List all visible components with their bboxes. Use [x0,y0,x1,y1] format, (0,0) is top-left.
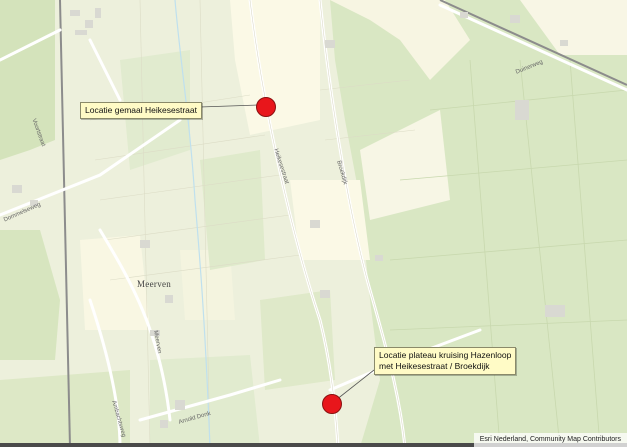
building [12,185,22,193]
building [85,20,93,28]
location-marker-plateau[interactable] [322,394,342,414]
building [75,30,87,35]
building [70,10,80,16]
building [325,40,335,48]
building [165,295,173,303]
building [460,12,468,18]
building [510,15,520,23]
map-attribution: Esri Nederland, Community Map Contributo… [473,433,627,447]
callout-label-line1: Locatie plateau kruising Hazenloop [379,350,512,360]
building [515,100,529,120]
callout-gemaal: Locatie gemaal Heikesestraat [80,102,202,119]
building [560,40,568,46]
building [140,240,150,248]
building [160,420,168,428]
building [375,255,383,261]
forest-area [200,150,265,270]
building [320,290,330,298]
building [95,8,101,18]
building [310,220,320,228]
callout-label: Locatie gemaal Heikesestraat [85,105,197,115]
map-view[interactable]: Heikesestraat Broekdijk Duinerweg Voorts… [0,0,627,447]
callout-plateau: Locatie plateau kruising Hazenloop met H… [374,347,517,375]
building [175,400,185,410]
building [545,305,565,317]
forest-area [0,0,55,160]
forest-area [0,370,130,447]
location-marker-gemaal[interactable] [256,97,276,117]
place-label-meerven: Meerven [137,279,172,289]
callout-label-line2: met Heikesestraat / Broekdijk [379,361,490,371]
